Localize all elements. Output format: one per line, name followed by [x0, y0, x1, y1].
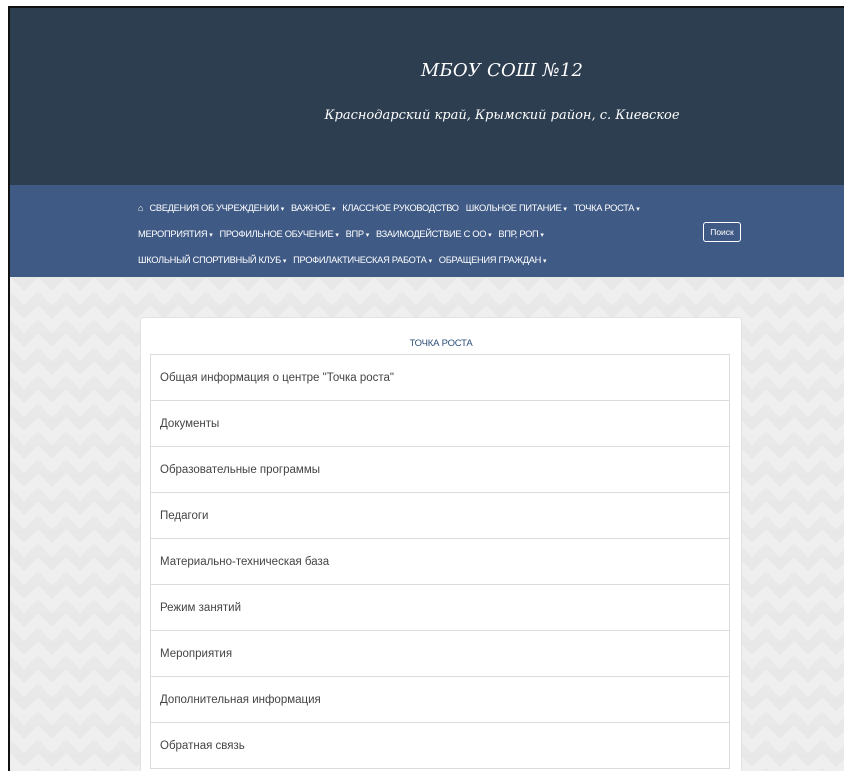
home-icon[interactable]: ⌂ — [138, 203, 143, 213]
nav-item[interactable]: ВАЖНОЕ ▾ — [290, 203, 336, 213]
nav-row: ⌂ СВЕДЕНИЯ ОБ УЧРЕЖДЕНИИ ▾ ВАЖНОЕ ▾ КЛАССНОЕ … — [138, 195, 698, 221]
nav-item-label: ВЗАИМОДЕЙСТВИЕ С ОО — [376, 229, 487, 239]
nav-item[interactable]: ПРОФИЛАКТИЧЕСКАЯ РАБОТА ▾ — [293, 255, 432, 265]
nav-item[interactable]: ВПР, РОП ▾ — [498, 229, 544, 239]
list-item[interactable]: Обратная связь — [150, 723, 730, 769]
nav-item-label: ТОЧКА РОСТА — [573, 203, 635, 213]
link-list: Общая информация о центре "Точка роста" Д… — [150, 354, 730, 769]
list-item[interactable]: Документы — [150, 401, 730, 447]
nav-item[interactable]: МЕРОПРИЯТИЯ ▾ — [138, 229, 213, 239]
page-frame: МБОУ СОШ №12 Краснодарский край, Крымски… — [8, 6, 844, 771]
nav-item-label: СВЕДЕНИЯ ОБ УЧРЕЖДЕНИИ — [149, 203, 279, 213]
nav-item-label: ПРОФИЛЬНОЕ ОБУЧЕНИЕ — [219, 229, 334, 239]
list-item[interactable]: Режим занятий — [150, 585, 730, 631]
list-item[interactable]: Общая информация о центре "Точка роста" — [150, 355, 730, 401]
nav-item-label: ПРОФИЛАКТИЧЕСКАЯ РАБОТА — [293, 255, 427, 265]
nav-item-label: ВАЖНОЕ — [290, 203, 330, 213]
nav-item-label: ШКОЛЬНЫЙ СПОРТИВНЫЙ КЛУБ — [138, 255, 281, 265]
caret-down-icon: ▾ — [335, 232, 339, 239]
site-header: МБОУ СОШ №12 Краснодарский край, Крымски… — [10, 8, 844, 185]
nav-item[interactable]: КЛАССНОЕ РУКОВОДСТВО — [342, 203, 459, 213]
nav-menu: ⌂ СВЕДЕНИЯ ОБ УЧРЕЖДЕНИИ ▾ ВАЖНОЕ ▾ КЛАССНОЕ … — [138, 195, 698, 273]
list-item[interactable]: Образовательные программы — [150, 447, 730, 493]
nav-item[interactable]: ВПР ▾ — [345, 229, 370, 239]
tochka-rosta-card: ТОЧКА РОСТА Общая информация о центре "Т… — [140, 317, 742, 771]
nav-item[interactable]: ТОЧКА РОСТА ▾ — [574, 203, 640, 213]
caret-down-icon: ▾ — [331, 206, 336, 213]
caret-down-icon: ▾ — [488, 232, 492, 239]
nav-row: МЕРОПРИЯТИЯ ▾ ПРОФИЛЬНОЕ ОБУЧЕНИЕ ▾ ВПР ▾ ВЗАИ… — [138, 221, 698, 247]
nav-item[interactable]: СВЕДЕНИЯ ОБ УЧРЕЖДЕНИИ ▾ — [149, 203, 284, 213]
caret-down-icon: ▾ — [540, 232, 544, 239]
list-item[interactable]: Мероприятия — [150, 631, 730, 677]
nav-item-label: ВПР — [345, 229, 364, 239]
nav-item[interactable]: ВЗАИМОДЕЙСТВИЕ С ОО ▾ — [376, 229, 492, 239]
list-item[interactable]: Материально-техническая база — [150, 539, 730, 585]
nav-item-label: ОБРАЩЕНИЯ ГРАЖДАН — [438, 255, 542, 265]
nav-item[interactable]: ПРОФИЛЬНОЕ ОБУЧЕНИЕ ▾ — [219, 229, 338, 239]
school-address: Краснодарский край, Крымский район, с. К… — [324, 108, 680, 123]
caret-down-icon: ▾ — [543, 258, 547, 265]
caret-down-icon: ▾ — [428, 258, 433, 265]
nav-item[interactable]: ШКОЛЬНОЕ ПИТАНИЕ ▾ — [466, 203, 567, 213]
caret-down-icon: ▾ — [365, 232, 370, 239]
caret-down-icon: ▾ — [563, 206, 567, 213]
nav-item-label: ШКОЛЬНОЕ ПИТАНИЕ — [465, 203, 562, 213]
school-name[interactable]: МБОУ СОШ №12 — [10, 60, 844, 81]
nav-item[interactable]: ОБРАЩЕНИЯ ГРАЖДАН ▾ — [438, 255, 547, 265]
main-navbar: ⌂ СВЕДЕНИЯ ОБ УЧРЕЖДЕНИИ ▾ ВАЖНОЕ ▾ КЛАССНОЕ … — [10, 185, 844, 277]
nav-item-label: КЛАССНОЕ РУКОВОДСТВО — [342, 203, 459, 213]
search-button[interactable]: Поиск — [703, 222, 741, 242]
nav-item-label: МЕРОПРИЯТИЯ — [138, 229, 208, 239]
list-item[interactable]: Педагоги — [150, 493, 730, 539]
list-item[interactable]: Дополнительная информация — [150, 677, 730, 723]
caret-down-icon: ▾ — [280, 206, 285, 213]
nav-item[interactable]: ШКОЛЬНЫЙ СПОРТИВНЫЙ КЛУБ ▾ — [138, 255, 286, 265]
nav-row: ШКОЛЬНЫЙ СПОРТИВНЫЙ КЛУБ ▾ ПРОФИЛАКТИЧЕСКА… — [138, 247, 698, 273]
caret-down-icon: ▾ — [636, 206, 640, 213]
caret-down-icon: ▾ — [282, 258, 287, 265]
nav-item-label: ВПР, РОП — [498, 229, 539, 239]
card-title: ТОЧКА РОСТА — [409, 338, 473, 349]
caret-down-icon: ▾ — [209, 232, 213, 239]
